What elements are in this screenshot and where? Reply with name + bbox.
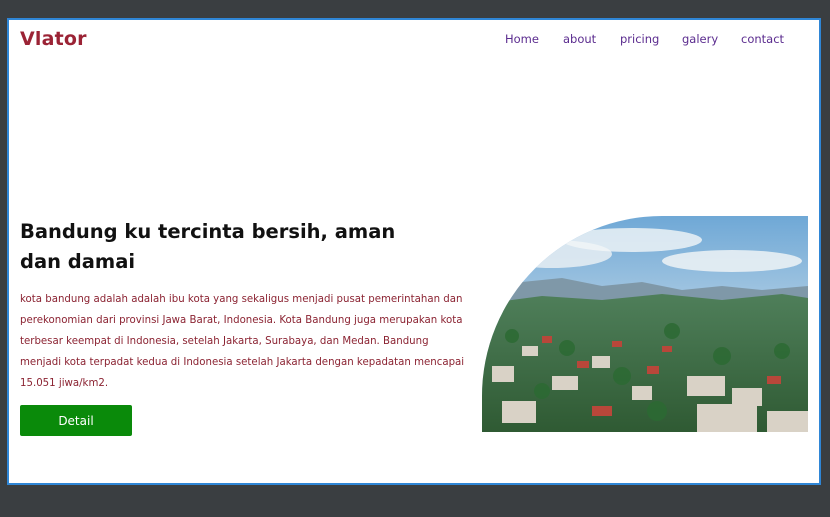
top-strip	[0, 0, 830, 18]
nav-about[interactable]: about	[563, 32, 596, 46]
hero-description: kota bandung adalah adalah ibu kota yang…	[20, 294, 465, 389]
nav-pricing[interactable]: pricing	[620, 32, 659, 46]
hero-headline: Bandung ku tercinta bersih, aman dan dam…	[20, 220, 396, 273]
nav-galery[interactable]: galery	[682, 32, 718, 46]
nav-home[interactable]: Home	[505, 32, 539, 46]
nav-contact[interactable]: contact	[741, 32, 784, 46]
city-photo-illustration	[482, 216, 808, 432]
main-nav: Home about pricing galery contact	[9, 32, 819, 52]
detail-button[interactable]: Detail	[20, 405, 132, 436]
hero-image	[482, 216, 808, 432]
page-frame: Vlator Home about pricing galery contact…	[7, 18, 821, 485]
